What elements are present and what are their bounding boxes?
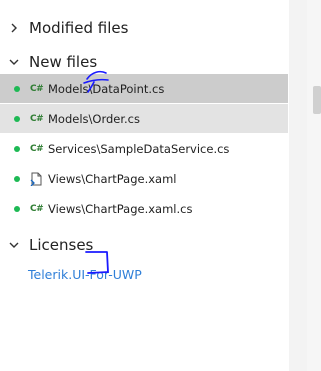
xaml-file-icon xyxy=(30,172,46,186)
section-title-modified: Modified files xyxy=(29,19,129,37)
file-row[interactable]: C# Models\Order.cs xyxy=(0,104,288,133)
csharp-file-icon: C# xyxy=(30,143,44,154)
added-status-dot xyxy=(14,145,20,152)
section-header-modified[interactable]: Modified files xyxy=(0,15,289,41)
section-title-licenses: Licenses xyxy=(29,236,94,254)
license-link[interactable]: Telerik.UI-For-UWP xyxy=(28,267,142,282)
files-panel: Modified files New files C# Models\DataP… xyxy=(0,0,290,371)
csharp-file-icon: C# xyxy=(30,113,44,124)
section-title-new: New files xyxy=(29,53,98,71)
added-status-dot xyxy=(14,205,20,212)
file-row[interactable]: C# Services\SampleDataService.cs xyxy=(0,134,288,163)
section-header-licenses[interactable]: Licenses xyxy=(0,232,289,258)
section-header-new[interactable]: New files xyxy=(0,49,289,75)
file-row[interactable]: Views\ChartPage.xaml xyxy=(0,164,288,193)
scroll-gutter xyxy=(289,0,307,371)
added-status-dot xyxy=(14,175,20,182)
chevron-down-icon[interactable] xyxy=(7,238,21,252)
chevron-down-icon[interactable] xyxy=(7,55,21,69)
file-name: Models\DataPoint.cs xyxy=(48,81,165,96)
file-row[interactable]: C# Views\ChartPage.xaml.cs xyxy=(0,194,288,223)
file-name: Views\ChartPage.xaml xyxy=(48,171,177,186)
added-status-dot xyxy=(14,85,20,92)
added-status-dot xyxy=(14,115,20,122)
chevron-right-icon[interactable] xyxy=(7,21,21,35)
preview-pane-edge xyxy=(307,0,321,371)
csharp-file-icon: C# xyxy=(30,83,44,94)
file-row[interactable]: C# Models\DataPoint.cs xyxy=(0,74,288,103)
file-name: Services\SampleDataService.cs xyxy=(48,141,230,156)
file-name: Views\ChartPage.xaml.cs xyxy=(48,201,193,216)
scrollbar-thumb[interactable] xyxy=(313,86,321,114)
file-name: Models\Order.cs xyxy=(48,111,140,126)
csharp-file-icon: C# xyxy=(30,203,44,214)
